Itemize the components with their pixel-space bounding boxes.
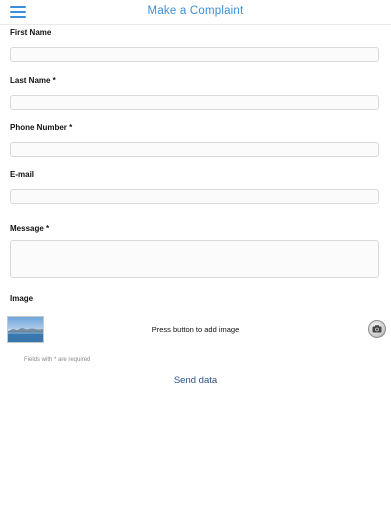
last-name-field[interactable]	[10, 95, 379, 110]
send-data-button[interactable]: Send data	[0, 375, 391, 386]
first-name-label: First Name	[10, 28, 52, 37]
header-bar: Make a Complaint	[0, 0, 391, 25]
email-label: E-mail	[10, 170, 35, 179]
add-image-hint: Press button to add image	[151, 325, 240, 334]
message-field[interactable]	[10, 240, 379, 278]
image-label: Image	[10, 294, 34, 303]
first-name-field[interactable]	[10, 47, 379, 62]
email-field[interactable]	[10, 189, 379, 204]
page-title: Make a Complaint	[147, 5, 244, 17]
camera-button[interactable]	[368, 320, 386, 338]
phone-number-field[interactable]	[10, 142, 379, 157]
camera-icon	[372, 325, 382, 333]
message-label: Message *	[10, 224, 50, 233]
last-name-label: Last Name *	[10, 76, 56, 85]
required-fields-note: Fields with * are required	[24, 357, 91, 363]
phone-number-label: Phone Number *	[10, 123, 73, 132]
